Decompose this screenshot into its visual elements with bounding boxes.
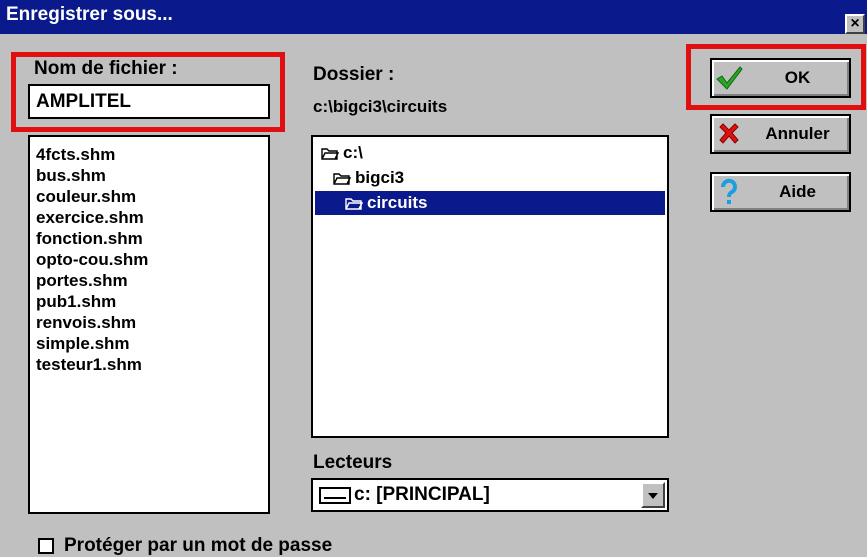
ok-button[interactable]: OK [710,58,851,98]
close-button[interactable]: × [845,14,865,34]
dir-item-label: bigci3 [355,168,405,187]
drive-icon [319,487,351,504]
file-list-item[interactable]: opto-cou.shm [36,249,268,270]
help-button-label: Aide [779,182,816,201]
file-list-item[interactable]: exercice.shm [36,207,268,228]
dir-item-label: circuits [367,193,428,212]
window-title: Enregistrer sous... [6,4,173,25]
file-list-item[interactable]: testeur1.shm [36,354,268,375]
drive-select[interactable]: c: [PRINCIPAL] [311,478,669,512]
file-list-item[interactable]: renvois.shm [36,312,268,333]
folder-path: c:\bigci3\circuits [313,97,448,116]
filename-label: Nom de fichier : [34,58,178,79]
dir-item-root[interactable]: c:\ [321,141,363,165]
file-list-item[interactable]: simple.shm [36,333,268,354]
dir-item-circuits[interactable]: circuits [315,191,665,215]
open-folder-icon [333,172,351,185]
filename-input[interactable] [28,84,270,119]
directory-list[interactable]: c:\ bigci3 circuits [311,135,669,438]
drive-select-value: c: [PRINCIPAL] [354,484,490,505]
cancel-button[interactable]: Annuler [710,114,851,154]
file-list-item[interactable]: couleur.shm [36,186,268,207]
file-list-item[interactable]: pub1.shm [36,291,268,312]
password-checkbox[interactable] [38,538,54,554]
dir-item-label: c:\ [343,143,363,162]
red-x-icon [719,123,739,144]
ok-button-label: OK [784,68,811,87]
open-folder-icon [321,147,339,160]
file-list-item[interactable]: bus.shm [36,165,268,186]
open-folder-icon [345,197,363,210]
file-list-item[interactable]: fonction.shm [36,228,268,249]
file-list-item[interactable]: portes.shm [36,270,268,291]
folder-label: Dossier : [313,64,395,85]
question-mark-icon [721,178,737,204]
cancel-button-label: Annuler [765,124,830,143]
password-label: Protéger par un mot de passe [64,535,333,556]
help-button[interactable]: Aide [710,172,851,212]
chevron-down-icon [648,493,658,499]
drives-label: Lecteurs [313,452,393,473]
checkmark-icon [716,66,743,90]
close-icon: × [850,15,860,32]
file-list[interactable]: 4fcts.shm bus.shm couleur.shm exercice.shm f… [28,135,270,514]
dir-item-bigci3[interactable]: bigci3 [333,166,404,190]
file-list-item[interactable]: 4fcts.shm [36,144,268,165]
dropdown-arrow-button[interactable] [641,482,665,508]
